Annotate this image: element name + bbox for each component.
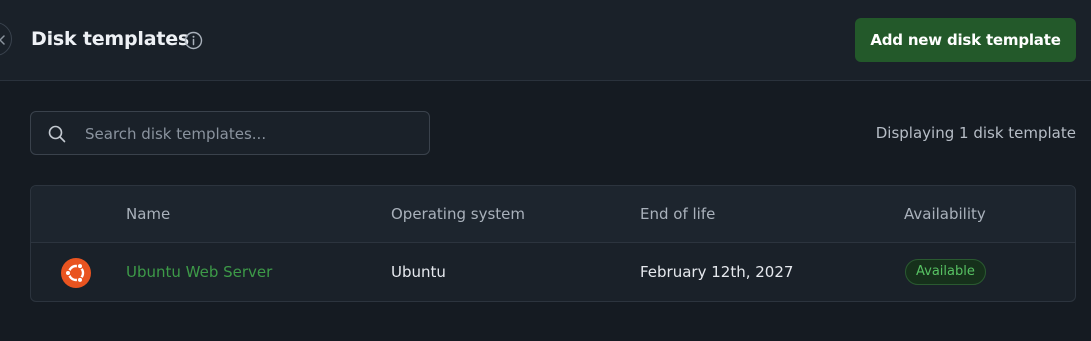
- result-count: Displaying 1 disk template: [875, 124, 1076, 142]
- chevron-left-icon: [0, 35, 5, 45]
- search-input[interactable]: [83, 112, 417, 156]
- table-row[interactable]: Ubuntu Web Server Ubuntu February 12th, …: [31, 243, 1075, 301]
- collapse-sidebar-button[interactable]: [0, 22, 12, 56]
- search-box[interactable]: [30, 111, 430, 156]
- table-header: Name Operating system End of life Availa…: [31, 186, 1075, 243]
- end-of-life-cell: February 12th, 2027: [640, 263, 794, 281]
- add-disk-template-button[interactable]: Add new disk template: [855, 18, 1076, 62]
- status-badge: Available: [905, 259, 986, 285]
- ubuntu-logo-icon: [61, 258, 91, 288]
- page-header: Disk templates Add new disk template: [0, 0, 1091, 81]
- column-header-name[interactable]: Name: [126, 205, 170, 223]
- column-header-availability[interactable]: Availability: [904, 205, 986, 223]
- disk-templates-table: Name Operating system End of life Availa…: [30, 185, 1076, 302]
- info-icon[interactable]: [184, 31, 203, 50]
- operating-system-cell: Ubuntu: [391, 263, 446, 281]
- page-title: Disk templates: [31, 28, 190, 50]
- template-name-link[interactable]: Ubuntu Web Server: [126, 263, 272, 281]
- column-header-end-of-life[interactable]: End of life: [640, 205, 715, 223]
- column-header-operating-system[interactable]: Operating system: [391, 205, 525, 223]
- search-icon: [48, 125, 66, 143]
